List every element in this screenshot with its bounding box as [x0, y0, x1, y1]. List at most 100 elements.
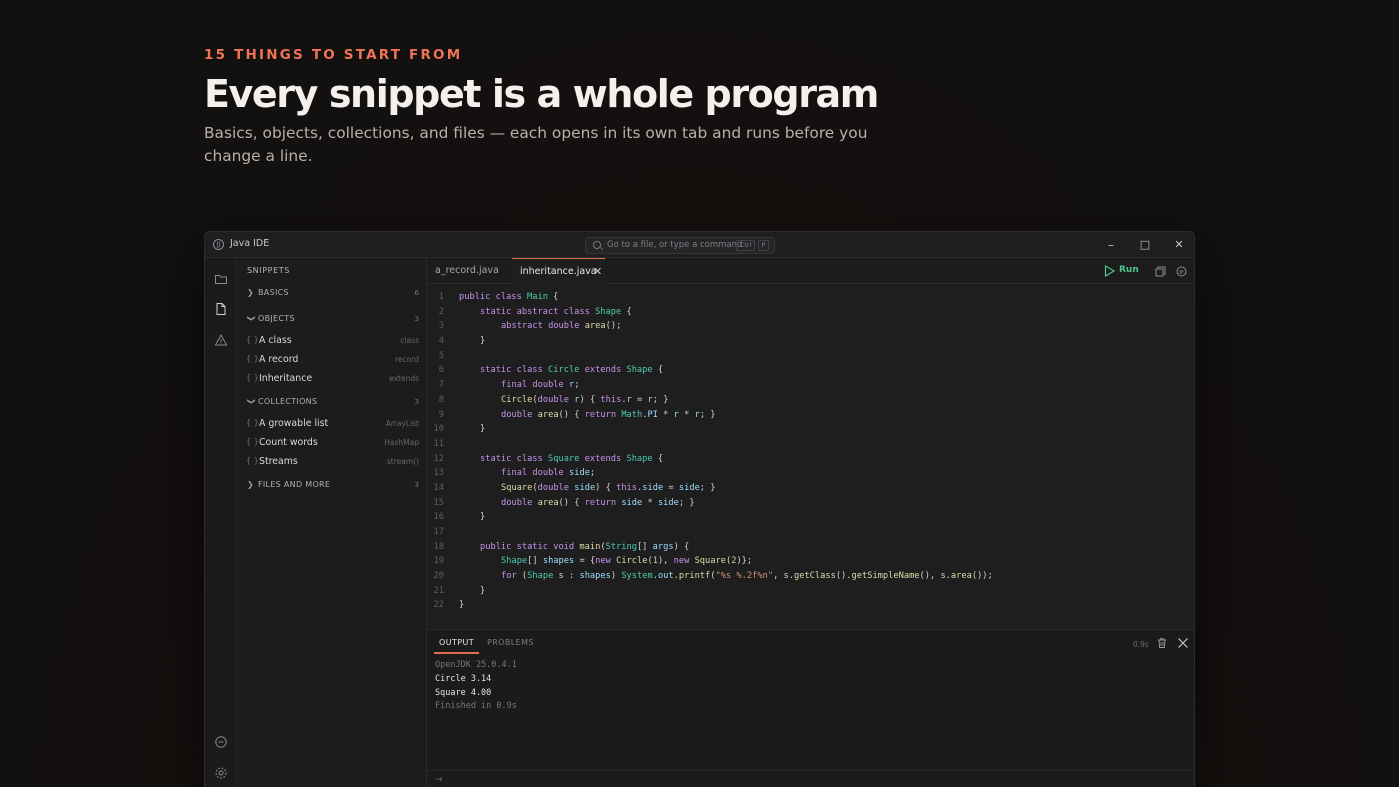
snippet-count-words[interactable]: { } Count words HashMap	[246, 435, 419, 451]
code-line: 18 public static void main(String[] args)…	[433, 541, 690, 552]
snippet-label: A record	[259, 354, 299, 365]
command-palette-input[interactable]: Go to a file, or type a command Ctrl P	[585, 237, 775, 254]
comment-icon[interactable]	[1176, 266, 1187, 277]
tab-close-icon[interactable]: ✕	[593, 259, 602, 285]
snippet-hint: ArrayList	[385, 419, 419, 428]
code-editor[interactable]: 1 public class Main { 2 static abstract cl…	[427, 284, 1194, 629]
subtitle: Basics, objects, collections, and files …	[204, 124, 868, 165]
snippet-hint: HashMap	[384, 438, 419, 447]
close-panel-icon[interactable]	[1177, 637, 1189, 649]
code-line: 20 for (Shape s : shapes) System.out.prin…	[433, 571, 993, 582]
hero: 15 THINGS TO START FROM Every snippet is…	[204, 46, 904, 168]
braces-icon: { }	[246, 354, 259, 363]
chevron-down-icon: ❯	[247, 315, 256, 322]
code-line: 3 abstract double area();	[438, 321, 622, 332]
code-lines: 1 public class Main { 2 static abstract cl…	[427, 290, 1194, 613]
code-line: 12 static class Square extends Shape {	[433, 453, 664, 464]
title-bar: JJ Java IDE Go to a file, or type a comm…	[205, 232, 1194, 258]
code-line: 9 double area() { return Math.PI * r * r;…	[438, 409, 716, 420]
snippet-label: Count words	[259, 437, 318, 448]
app-logo-icon: JJ	[213, 239, 224, 250]
group-label: BASICS	[258, 288, 289, 297]
braces-icon: { }	[246, 437, 259, 446]
headline: Every snippet is a whole program	[204, 72, 879, 116]
snippet-streams[interactable]: { } Streams stream()	[246, 454, 419, 470]
braces-icon: { }	[246, 456, 259, 465]
snippet-growable-list[interactable]: { } A growable list ArrayList	[246, 416, 419, 432]
snippet-inheritance[interactable]: { } Inheritance extends	[246, 371, 419, 387]
snippet-hint: extends	[389, 374, 419, 383]
group-objects[interactable]: ❯ OBJECTS 3	[247, 313, 419, 327]
group-label: OBJECTS	[258, 314, 295, 323]
ide-window: JJ Java IDE Go to a file, or type a comm…	[204, 231, 1195, 787]
editor-tabs: a_record.java inheritance.java ✕ Run	[427, 258, 1194, 284]
command-placeholder: Go to a file, or type a command	[607, 240, 743, 250]
folder-icon[interactable]	[214, 272, 228, 286]
tab-a-record[interactable]: a_record.java	[435, 258, 515, 284]
group-label: FILES AND MORE	[258, 480, 331, 489]
eyebrow: 15 THINGS TO START FROM	[204, 47, 463, 63]
code-line: 15 double area() { return side * side; }	[433, 497, 695, 508]
code-line: 6 static class Circle extends Shape {	[438, 365, 664, 376]
gear-icon[interactable]	[214, 766, 228, 780]
tab-output[interactable]: OUTPUT	[439, 638, 474, 647]
tab-inheritance[interactable]: inheritance.java ✕	[512, 258, 605, 284]
tab-problems[interactable]: PROBLEMS	[487, 638, 534, 647]
group-count: 3	[414, 398, 419, 406]
activity-bar	[205, 258, 237, 787]
active-tab-indicator	[434, 652, 479, 654]
code-line: 19 Shape[] shapes = {new Circle(1), new S…	[433, 556, 753, 567]
close-button[interactable]: ✕	[1172, 238, 1186, 252]
minimize-button[interactable]: –	[1104, 238, 1118, 252]
code-line: 7 final double r;	[438, 380, 580, 391]
braces-icon: { }	[246, 373, 259, 382]
group-files-and-more[interactable]: ❯ FILES AND MORE 3	[247, 479, 419, 493]
code-line: 17	[433, 527, 444, 537]
group-label: COLLECTIONS	[258, 397, 318, 406]
code-line: 1 public class Main {	[438, 292, 559, 302]
snippets-sidebar: SNIPPETS ❯ BASICS 6 ❯ OBJECTS 3 { } A cl…	[237, 258, 427, 787]
group-collections[interactable]: ❯ COLLECTIONS 3	[247, 396, 419, 410]
copy-icon[interactable]	[1155, 266, 1166, 277]
snippet-hint: class	[400, 336, 419, 345]
braces-icon: { }	[246, 335, 259, 344]
snippet-label: Streams	[259, 456, 298, 467]
code-line: 4}	[438, 336, 486, 347]
code-line: 8 Circle(double r) { this.r = r; }	[438, 394, 669, 405]
console-input[interactable]: →	[427, 770, 1194, 787]
output-panel: OUTPUT PROBLEMS 0.9s OpenJDK 25.0.4.1 Ci…	[427, 629, 1194, 787]
output-line: Circle 3.14	[435, 674, 492, 684]
code-line: 16}	[433, 512, 486, 523]
code-line: 5	[438, 350, 444, 361]
code-line: 10}	[433, 424, 486, 435]
chevron-right-icon: ❯	[247, 480, 254, 489]
run-duration: 0.9s	[1133, 640, 1149, 649]
chevron-right-icon: ❯	[247, 288, 254, 297]
tab-label: inheritance.java	[520, 266, 597, 277]
snippet-a-class[interactable]: { } A class class	[246, 333, 419, 349]
chat-icon[interactable]	[214, 735, 228, 749]
snippet-a-record[interactable]: { } A record record	[246, 352, 419, 368]
group-basics[interactable]: ❯ BASICS 6	[247, 287, 419, 301]
maximize-button[interactable]: □	[1138, 238, 1152, 252]
output-line: Square 4.00	[435, 688, 492, 698]
app-title: Java IDE	[230, 238, 270, 249]
group-count: 3	[414, 481, 419, 489]
snippet-label: Inheritance	[259, 373, 313, 384]
code-line: 14 Square(double side) { this.side = side…	[433, 482, 716, 493]
warning-icon[interactable]	[214, 333, 228, 347]
sidebar-heading: SNIPPETS	[247, 266, 290, 275]
play-icon	[1104, 265, 1115, 277]
group-count: 3	[414, 315, 419, 323]
braces-icon: { }	[246, 418, 259, 427]
snippet-hint: stream()	[386, 457, 419, 466]
shortcut-key-p: P	[758, 240, 769, 251]
code-line: 22}	[433, 600, 465, 611]
chevron-down-icon: ❯	[247, 398, 256, 405]
file-icon[interactable]	[214, 302, 228, 316]
code-line: 11	[433, 438, 444, 449]
trash-icon[interactable]	[1156, 637, 1168, 649]
code-line: 21}	[433, 585, 486, 596]
group-count: 6	[414, 289, 419, 297]
search-icon	[593, 241, 601, 249]
